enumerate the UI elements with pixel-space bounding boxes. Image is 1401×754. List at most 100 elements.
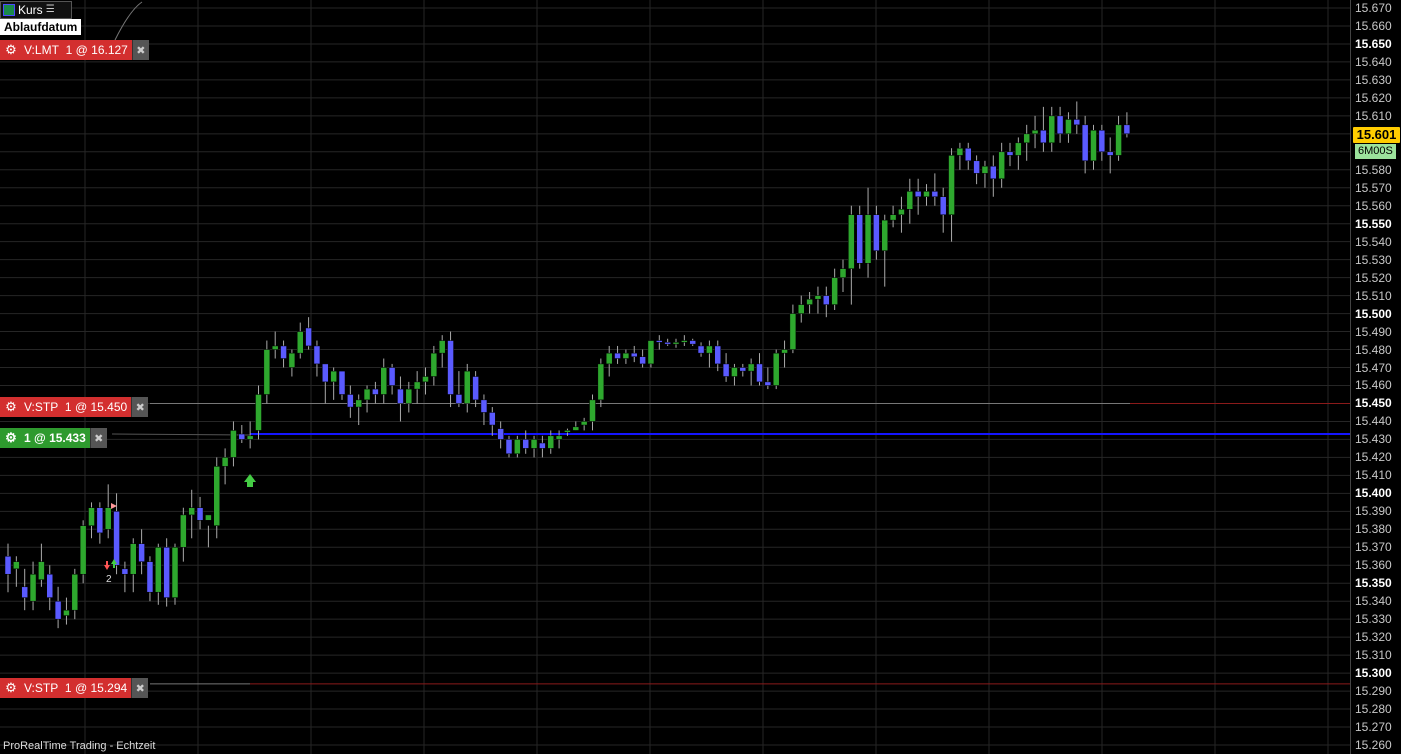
- candle: [697, 342, 705, 357]
- candle-body: [555, 435, 563, 440]
- candle-body: [547, 435, 554, 449]
- candle: [973, 155, 980, 185]
- axis-tick-label: 15.650: [1355, 36, 1392, 51]
- candle: [1065, 112, 1072, 143]
- axis-tick-label: 15.670: [1355, 1, 1392, 15]
- candle-body: [238, 433, 246, 440]
- gear-icon[interactable]: ⚙: [0, 428, 22, 448]
- axis-tick-label: 15.500: [1355, 306, 1392, 321]
- candle-body: [196, 507, 204, 521]
- expiry-badge: Ablaufdatum 76T: [0, 19, 82, 50]
- candle-body: [522, 439, 529, 449]
- candle-body: [514, 439, 521, 455]
- candle-body: [1031, 129, 1039, 135]
- candle: [656, 335, 663, 350]
- candle-body: [956, 147, 964, 156]
- axis-tick-label: 15.640: [1355, 54, 1392, 69]
- candle: [1090, 124, 1097, 170]
- candle: [1081, 115, 1089, 174]
- candle-body: [330, 370, 337, 383]
- candle-body: [572, 426, 580, 431]
- candle-body: [1073, 119, 1081, 126]
- candle: [1056, 106, 1064, 143]
- axis-tick-label: 15.360: [1355, 558, 1392, 573]
- axis-tick-label: 15.580: [1355, 162, 1392, 177]
- candle: [230, 421, 237, 467]
- gear-icon[interactable]: ⚙: [0, 40, 22, 60]
- candle: [689, 338, 696, 346]
- candle-body: [363, 388, 371, 401]
- candle-body: [54, 600, 62, 620]
- instrument-selector[interactable]: Kurs ☰: [0, 1, 72, 19]
- axis-tick-label: 15.370: [1355, 540, 1392, 555]
- instrument-label: Kurs: [18, 3, 43, 17]
- candle-body: [714, 345, 721, 365]
- close-icon[interactable]: ✖: [131, 397, 149, 417]
- candle-body: [96, 507, 104, 534]
- axis-tick-label: 15.270: [1355, 720, 1392, 735]
- sell-arrow-icon: [104, 561, 110, 570]
- candle-body: [764, 381, 772, 386]
- candle: [121, 561, 129, 593]
- candle: [789, 304, 797, 354]
- candle-body: [230, 430, 237, 458]
- candle: [647, 340, 655, 368]
- gear-icon[interactable]: ⚙: [0, 397, 22, 417]
- candle: [781, 340, 788, 368]
- candle-body: [88, 507, 95, 526]
- candle-body: [1065, 119, 1072, 135]
- candle-body: [347, 394, 354, 408]
- candle: [138, 529, 145, 575]
- candle-body: [313, 345, 321, 365]
- candle: [714, 340, 721, 372]
- candle-body: [171, 547, 179, 598]
- order-stop-15294[interactable]: ⚙ V:STP 1 @ 15.294 ✖: [0, 678, 149, 698]
- candle-body: [697, 345, 705, 354]
- candle-body: [305, 327, 312, 347]
- candle-body: [856, 214, 863, 264]
- list-icon[interactable]: ☰: [46, 5, 57, 15]
- candle-body: [981, 165, 989, 174]
- expiry-label: Ablaufdatum: [4, 20, 78, 34]
- price-chart[interactable]: 2: [0, 0, 1350, 754]
- candle: [313, 340, 321, 377]
- candle-body: [104, 507, 112, 530]
- axis-tick-label: 15.570: [1355, 180, 1392, 195]
- axis-tick-label: 15.310: [1355, 648, 1392, 663]
- candle: [1115, 115, 1122, 161]
- candle-body: [881, 219, 888, 251]
- close-icon[interactable]: ✖: [131, 40, 149, 60]
- candle-body: [539, 442, 546, 449]
- candle-body: [4, 556, 12, 575]
- candle: [29, 561, 37, 611]
- candle-body: [221, 457, 229, 467]
- candle: [597, 358, 605, 408]
- candle-body: [731, 367, 738, 377]
- candle-body: [530, 439, 538, 449]
- candle-body: [372, 388, 379, 395]
- instrument-color-icon: [3, 4, 15, 16]
- close-icon[interactable]: ✖: [89, 428, 107, 448]
- gear-icon[interactable]: ⚙: [0, 678, 22, 698]
- candle-body: [898, 209, 905, 215]
- candle-body: [1115, 124, 1122, 156]
- axis-tick-label: 15.510: [1355, 288, 1392, 303]
- order-limit-16127[interactable]: ⚙ V:LMT 1 @ 16.127 ✖: [0, 40, 149, 60]
- candle: [873, 205, 880, 260]
- candle-body: [63, 609, 70, 616]
- candle: [238, 425, 246, 444]
- candle-body: [263, 349, 271, 395]
- close-icon[interactable]: ✖: [131, 678, 149, 698]
- candle-body: [380, 367, 387, 395]
- candle-body: [739, 367, 747, 372]
- price-axis[interactable]: 15.260 15.270 15.280 15.290 15.300 15.310 15.3…: [1350, 0, 1401, 754]
- candle: [180, 507, 187, 562]
- candle: [747, 358, 755, 386]
- candle: [188, 489, 195, 539]
- axis-tick-label: 15.610: [1355, 108, 1392, 123]
- order-stop-15450[interactable]: ⚙ V:STP 1 @ 15.450 ✖: [0, 397, 149, 417]
- candle: [297, 322, 304, 359]
- candle: [1015, 137, 1022, 170]
- position-15433[interactable]: ⚙ 1 @ 15.433 ✖: [0, 428, 107, 448]
- candle: [990, 155, 997, 197]
